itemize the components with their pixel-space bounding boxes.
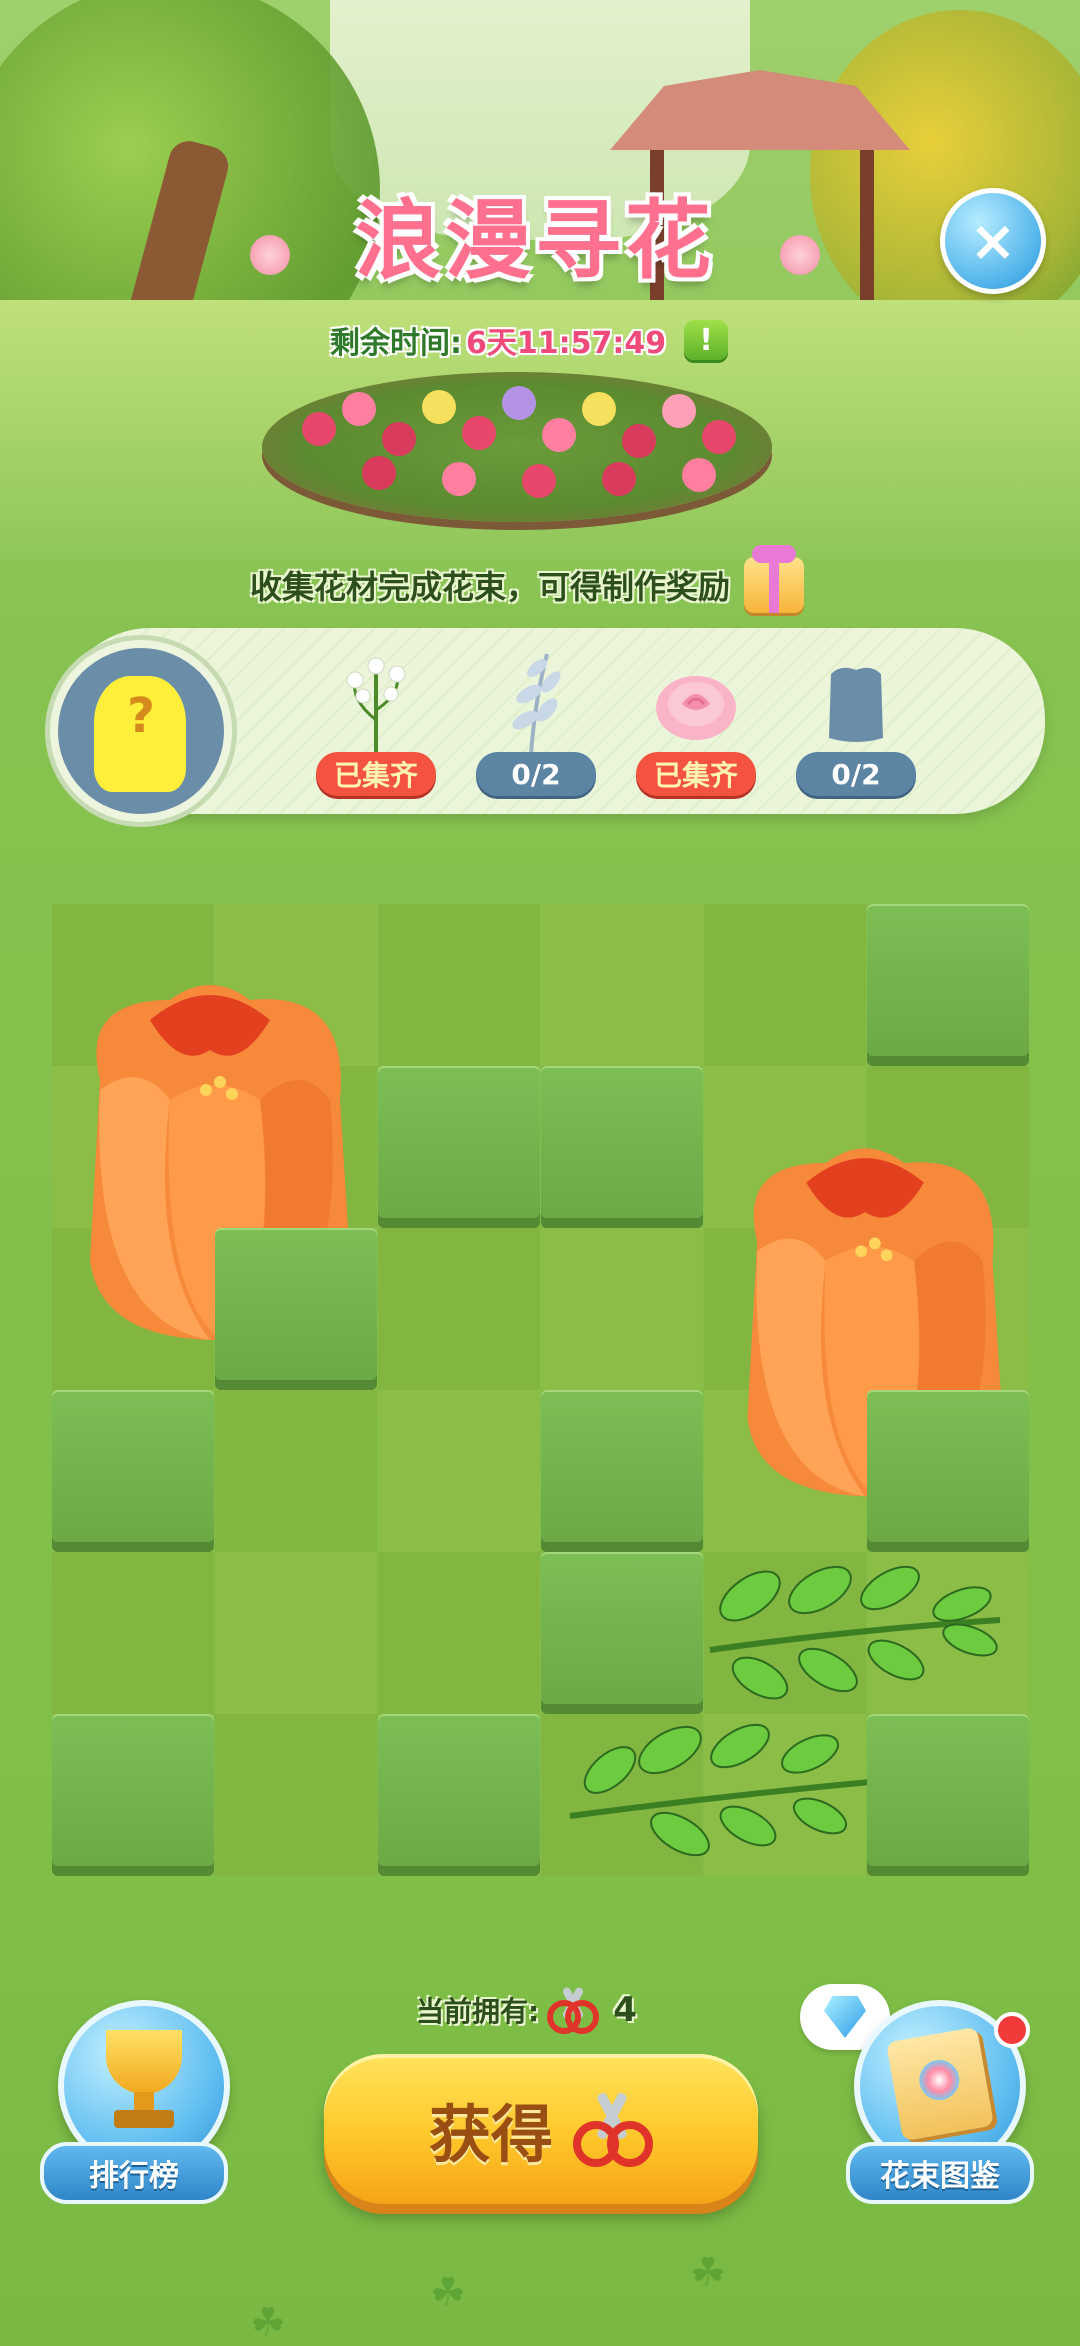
material-status-badge: 已集齐 [316, 752, 436, 796]
board-tile-covered[interactable] [52, 1714, 214, 1876]
board-cell-dug [215, 1390, 377, 1552]
bouquet-book-label[interactable]: 花束图鉴 [846, 2142, 1034, 2204]
board-tile-covered[interactable] [867, 1714, 1029, 1876]
board-cell-dug [378, 904, 540, 1066]
hidden-material-icon [829, 667, 883, 742]
get-button-label: 获得 [428, 2098, 553, 2171]
board-cell-dug [704, 904, 866, 1066]
board-cell-dug [215, 1714, 377, 1876]
board-tile-covered[interactable] [52, 1390, 214, 1552]
material-status-badge: 0/2 [796, 752, 916, 796]
leaf-branch [569, 1723, 871, 1857]
board-cell-dug [541, 1228, 703, 1390]
timer-value: 6天11:57:49 [466, 326, 667, 361]
board-tile-covered[interactable] [541, 1066, 703, 1228]
mystery-mark: ? [127, 688, 155, 744]
get-scissors-button[interactable]: 获得 [324, 2054, 758, 2204]
lily-of-the-valley-icon [346, 657, 406, 754]
clover-icon: ☘ [430, 2270, 466, 2316]
silver-leaf-icon [512, 653, 561, 755]
book-icon [886, 2026, 994, 2142]
owned-label: 当前拥有: [416, 1995, 540, 2028]
event-timer: 剩余时间: 6天11:57:49 ! [330, 318, 729, 362]
board-tile-covered[interactable] [867, 904, 1029, 1066]
mystery-bouquet-icon[interactable]: ? [50, 640, 232, 822]
board-cell-dug [52, 1552, 214, 1714]
scissors-icon [547, 1986, 600, 2034]
close-button[interactable]: × [940, 188, 1046, 294]
event-title: 浪漫寻花 [355, 190, 715, 291]
board-tile-covered[interactable] [215, 1228, 377, 1390]
material-slot[interactable]: 0/2 [796, 640, 916, 796]
board-tile-covered[interactable] [378, 1066, 540, 1228]
material-slot[interactable]: 0/2 [476, 640, 596, 796]
leaf-branch [709, 1565, 1001, 1700]
board-tile-covered[interactable] [867, 1390, 1029, 1552]
trophy-icon [106, 2030, 182, 2094]
board-cell-dug [378, 1390, 540, 1552]
board-tile-covered[interactable] [541, 1390, 703, 1552]
owned-scissors: 当前拥有: 4 [416, 1984, 637, 2036]
collect-hint-text: 收集花材完成花束，可得制作奖励 [250, 568, 731, 606]
pink-rose-icon [656, 676, 736, 740]
owned-count: 4 [613, 1990, 637, 2030]
timer-info-button[interactable]: ! [684, 320, 729, 360]
clover-icon: ☘ [250, 2300, 286, 2346]
collect-hint: 收集花材完成花束，可得制作奖励 [250, 545, 805, 613]
board-cell-dug [541, 904, 703, 1066]
clover-icon: ☘ [690, 2250, 726, 2296]
notification-dot [994, 2012, 1030, 2048]
leaderboard-label[interactable]: 排行榜 [40, 2142, 228, 2204]
material-slot[interactable]: 已集齐 [316, 640, 436, 796]
timer-label: 剩余时间: [330, 326, 462, 361]
material-status-badge: 已集齐 [636, 752, 756, 796]
material-slot[interactable]: 已集齐 [636, 640, 756, 796]
scissors-icon [573, 2091, 653, 2167]
board-cell-dug [378, 1228, 540, 1390]
board-tile-covered[interactable] [541, 1552, 703, 1714]
gift-box-icon[interactable] [744, 545, 805, 613]
flower-bed [262, 372, 772, 522]
board-cell-dug [215, 1552, 377, 1714]
diamond-icon [824, 1996, 866, 2038]
right-tree [810, 10, 1080, 340]
material-status-badge: 0/2 [476, 752, 596, 796]
board-tile-covered[interactable] [378, 1714, 540, 1876]
event-title-banner: 浪漫寻花 [250, 160, 820, 330]
board-cell-dug [378, 1552, 540, 1714]
